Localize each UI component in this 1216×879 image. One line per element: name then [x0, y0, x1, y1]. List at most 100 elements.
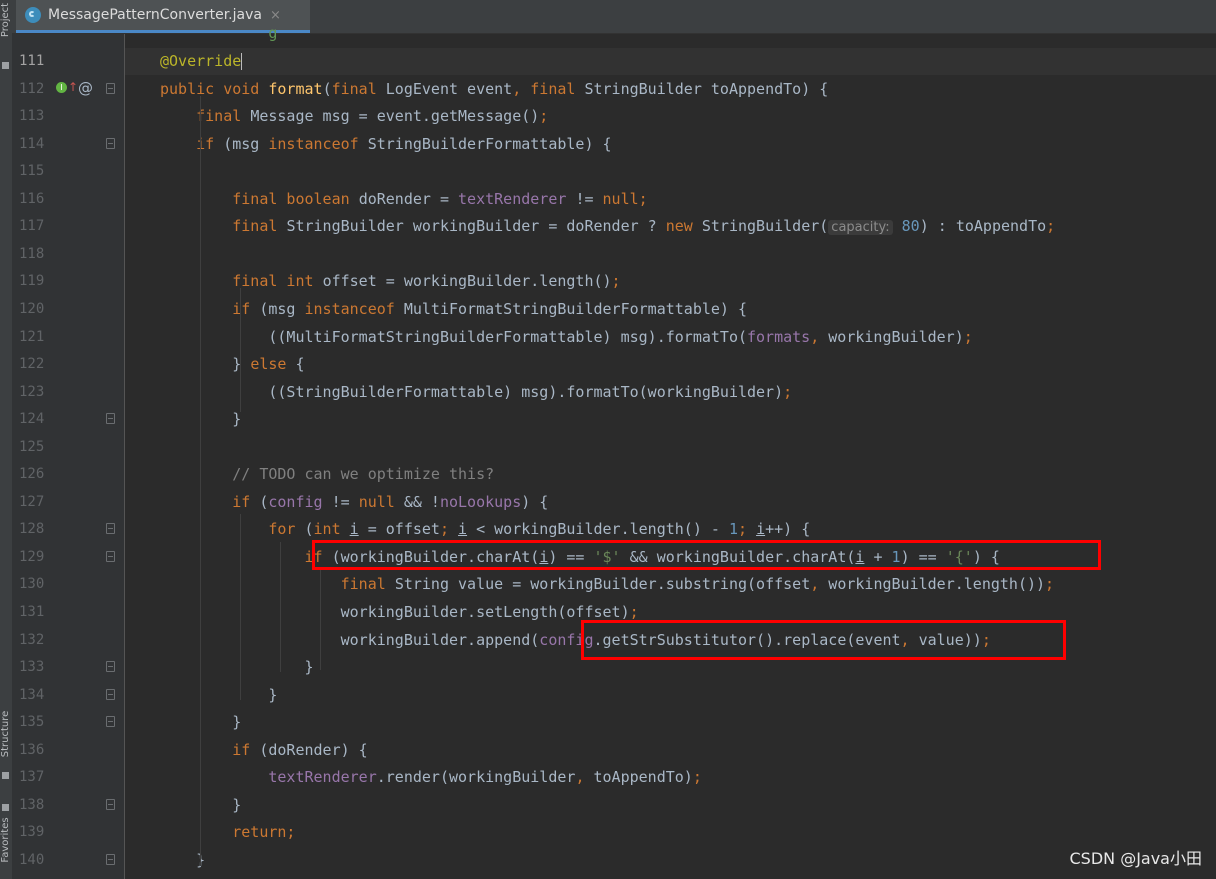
- indent-guide: [320, 570, 321, 670]
- code-text: final int offset = workingBuilder.length…: [232, 272, 621, 291]
- line-number[interactable]: 114: [19, 136, 44, 153]
- fold-icon[interactable]: [106, 798, 115, 810]
- close-icon[interactable]: ×: [270, 8, 281, 23]
- fold-icon[interactable]: [106, 137, 115, 149]
- code-line[interactable]: 119 final int offset = workingBuilder.le…: [12, 268, 1216, 295]
- code-editor[interactable]: g 111 @Override 112 I ↑ @ public void format(f…: [12, 24, 1216, 879]
- line-background: [125, 682, 1216, 709]
- line-number[interactable]: 116: [19, 191, 44, 208]
- code-line[interactable]: 128 for (int i = offset; i < workingBuil…: [12, 516, 1216, 543]
- watermark: CSDN @Java小田: [1069, 849, 1202, 868]
- code-line[interactable]: 125: [12, 434, 1216, 461]
- project-tool-tab[interactable]: Project: [0, 0, 12, 46]
- previous-line-fragment: g: [160, 24, 278, 42]
- line-number[interactable]: 135: [19, 714, 44, 731]
- line-number[interactable]: 121: [19, 329, 44, 346]
- code-line[interactable]: 127 if (config != null && !noLookups) {: [12, 489, 1216, 516]
- code-line[interactable]: 129 if (workingBuilder.charAt(i) == '$' …: [12, 544, 1216, 571]
- line-number[interactable]: 122: [19, 356, 44, 373]
- code-text: ((StringBuilderFormattable) msg).formatT…: [160, 382, 793, 401]
- code-text: // TODO can we optimize this?: [232, 465, 495, 484]
- code-text: } else {: [160, 355, 305, 374]
- code-line[interactable]: 136 if (doRender) {: [12, 737, 1216, 764]
- code-line[interactable]: 120 if (msg instanceof MultiFormatString…: [12, 296, 1216, 323]
- line-number[interactable]: 127: [19, 494, 44, 511]
- line-number[interactable]: 120: [19, 301, 44, 318]
- line-number[interactable]: 138: [19, 797, 44, 814]
- code-line[interactable]: 114 if (msg instanceof StringBuilderForm…: [12, 131, 1216, 158]
- line-number[interactable]: 113: [19, 108, 44, 125]
- code-line[interactable]: 123 ((StringBuilderFormattable) msg).for…: [12, 379, 1216, 406]
- code-line[interactable]: 134 }: [12, 682, 1216, 709]
- line-number[interactable]: 140: [19, 852, 44, 869]
- line-number[interactable]: 129: [19, 549, 44, 566]
- line-number[interactable]: 117: [19, 218, 44, 235]
- code-text: ((MultiFormatStringBuilderFormattable) m…: [160, 327, 973, 346]
- code-line[interactable]: 133 }: [12, 654, 1216, 681]
- code-text: final String value = workingBuilder.subs…: [340, 575, 1055, 594]
- line-number[interactable]: 130: [19, 576, 44, 593]
- line-number[interactable]: 126: [19, 466, 44, 483]
- code-line[interactable]: 117 final StringBuilder workingBuilder =…: [12, 213, 1216, 240]
- line-background: [125, 792, 1216, 819]
- code-line[interactable]: 140 }: [12, 847, 1216, 874]
- favorites-tool-tab[interactable]: Favorites: [0, 814, 12, 866]
- line-number[interactable]: 125: [19, 439, 44, 456]
- code-line[interactable]: 112 I ↑ @ public void format(final LogEvent …: [12, 76, 1216, 103]
- code-line[interactable]: 118: [12, 241, 1216, 268]
- code-line[interactable]: 124 }: [12, 406, 1216, 433]
- line-number[interactable]: 123: [19, 384, 44, 401]
- tab-title: MessagePatternConverter.java: [48, 7, 262, 23]
- code-text: @Override: [160, 52, 243, 70]
- line-number[interactable]: 136: [19, 742, 44, 759]
- code-line[interactable]: 135 }: [12, 709, 1216, 736]
- code-text: workingBuilder.setLength(offset);: [160, 603, 639, 621]
- fold-icon[interactable]: [106, 523, 115, 535]
- indent-guide: [280, 542, 281, 672]
- fold-icon[interactable]: [106, 688, 115, 700]
- line-number[interactable]: 133: [19, 659, 44, 676]
- line-number[interactable]: 134: [19, 687, 44, 704]
- fold-icon[interactable]: [106, 550, 115, 562]
- fold-icon[interactable]: [106, 661, 115, 673]
- java-class-icon: [25, 7, 41, 23]
- annotation-marker-icon[interactable]: @: [78, 79, 93, 97]
- code-line[interactable]: 130 final String value = workingBuilder.…: [12, 571, 1216, 598]
- code-line[interactable]: 122 } else {: [12, 351, 1216, 378]
- line-number[interactable]: 131: [19, 604, 44, 621]
- fold-icon[interactable]: [106, 82, 115, 94]
- fold-icon[interactable]: [106, 413, 115, 425]
- code-line[interactable]: 121 ((MultiFormatStringBuilderFormattabl…: [12, 324, 1216, 351]
- code-text: }: [160, 658, 314, 677]
- code-line[interactable]: 116 final boolean doRender = textRendere…: [12, 186, 1216, 213]
- arrow-up-icon[interactable]: ↑: [68, 80, 78, 94]
- code-line[interactable]: 126 // TODO can we optimize this?: [12, 461, 1216, 488]
- code-line[interactable]: 115: [12, 158, 1216, 185]
- code-line[interactable]: 137 textRenderer.render(workingBuilder, …: [12, 764, 1216, 791]
- line-number[interactable]: 112: [19, 81, 44, 98]
- line-number[interactable]: 139: [19, 824, 44, 841]
- code-text: if (doRender) {: [232, 740, 368, 759]
- code-line[interactable]: 113 final Message msg = event.getMessage…: [12, 103, 1216, 130]
- line-number[interactable]: 119: [19, 273, 44, 290]
- code-line[interactable]: 111 @Override: [12, 48, 1216, 75]
- line-number[interactable]: 124: [19, 411, 44, 428]
- code-text: }: [160, 850, 206, 869]
- line-number[interactable]: 111: [19, 53, 44, 70]
- code-line[interactable]: 132 workingBuilder.append(config.getStrS…: [12, 627, 1216, 654]
- favorites-icon: [2, 804, 9, 811]
- code-line[interactable]: 131 workingBuilder.setLength(offset);: [12, 599, 1216, 626]
- code-line[interactable]: 138 }: [12, 792, 1216, 819]
- line-number[interactable]: 118: [19, 246, 44, 263]
- code-text: final boolean doRender = textRenderer !=…: [232, 189, 648, 208]
- line-background: [125, 406, 1216, 433]
- line-number[interactable]: 115: [19, 163, 44, 180]
- implements-marker-icon[interactable]: I: [56, 81, 67, 93]
- code-line[interactable]: 139 return;: [12, 819, 1216, 846]
- structure-tool-tab[interactable]: Structure: [0, 708, 12, 760]
- line-number[interactable]: 137: [19, 769, 44, 786]
- line-number[interactable]: 132: [19, 632, 44, 649]
- fold-icon[interactable]: [106, 853, 115, 865]
- fold-icon[interactable]: [106, 716, 115, 728]
- line-number[interactable]: 128: [19, 521, 44, 538]
